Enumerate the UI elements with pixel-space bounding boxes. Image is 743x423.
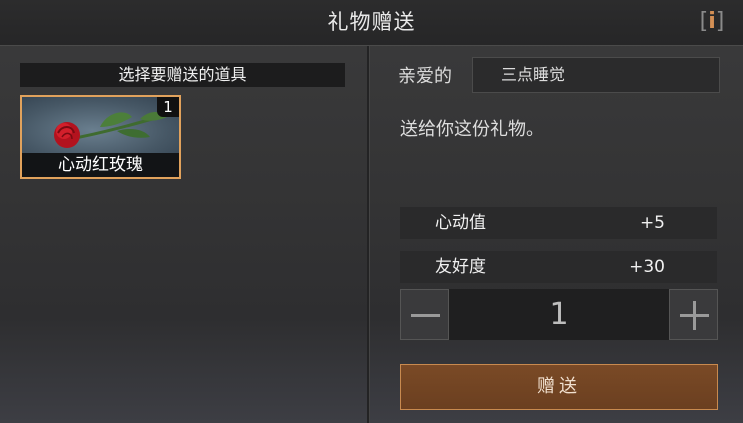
increase-button[interactable] xyxy=(669,289,718,340)
recipient-name-field[interactable]: 三点睡觉 xyxy=(472,57,720,93)
quantity-stepper: 1 xyxy=(400,289,718,340)
item-list-heading: 选择要赠送的道具 xyxy=(20,63,345,87)
stat-value: +30 xyxy=(629,257,665,277)
item-name: 心动红玫瑰 xyxy=(22,153,179,177)
stat-label: 友好度 xyxy=(435,257,486,277)
item-count-badge: 1 xyxy=(157,97,179,117)
stat-label: 心动值 xyxy=(435,213,486,233)
plus-icon-vertical xyxy=(693,301,696,330)
stat-row-heart: 心动值 +5 xyxy=(400,207,717,239)
title-bar: 礼物赠送 [i] xyxy=(0,0,743,46)
decrease-button[interactable] xyxy=(400,289,449,340)
red-rose-icon xyxy=(54,112,167,148)
info-button[interactable]: [i] xyxy=(695,8,729,36)
gift-item-card[interactable]: 1 心动红玫瑰 xyxy=(20,95,181,179)
quantity-value[interactable]: 1 xyxy=(449,289,669,340)
gift-message: 送给你这份礼物。 xyxy=(400,119,544,140)
stat-value: +5 xyxy=(639,213,665,233)
page-title: 礼物赠送 xyxy=(327,10,416,34)
gift-send-button[interactable]: 赠送 xyxy=(400,364,718,410)
item-background xyxy=(22,97,179,153)
stat-row-friendship: 友好度 +30 xyxy=(400,251,717,283)
panel-divider xyxy=(367,46,370,423)
info-icon: i xyxy=(708,9,716,34)
minus-icon xyxy=(411,314,440,317)
recipient-label: 亲爱的 xyxy=(398,66,452,87)
